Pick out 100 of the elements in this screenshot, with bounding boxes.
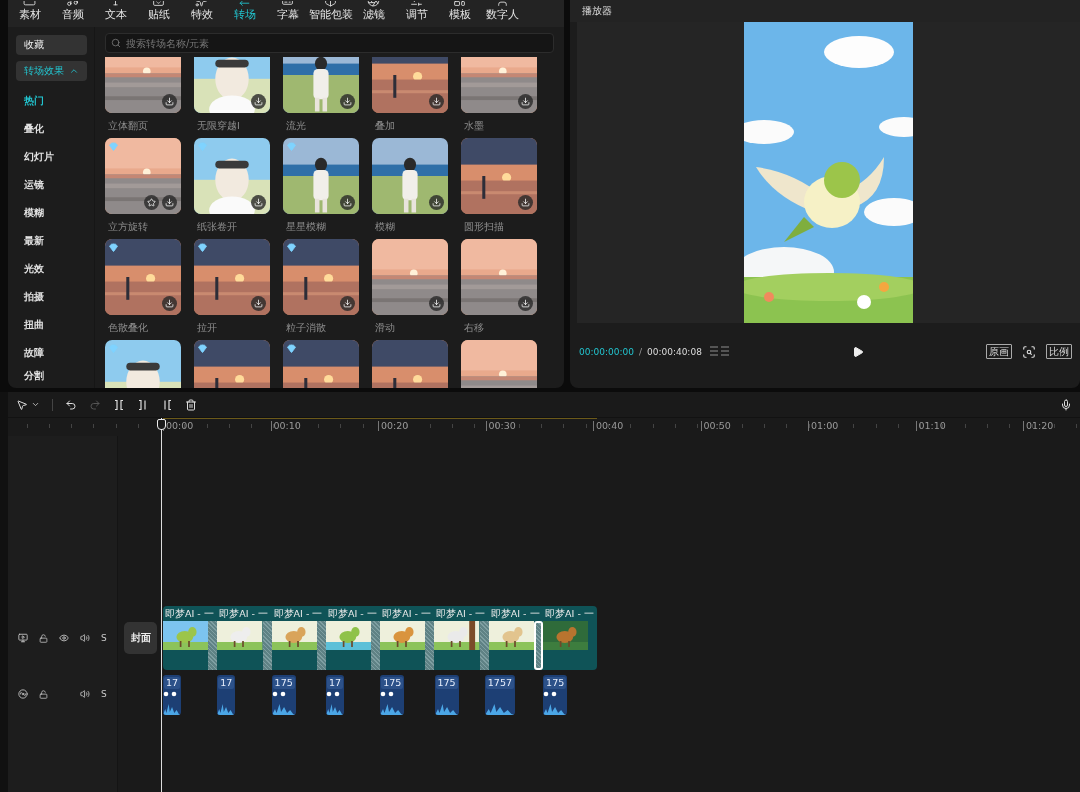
volume-icon[interactable]	[80, 633, 90, 643]
effect-label: 右移	[463, 322, 485, 335]
media-tab[interactable]: 智能包装	[309, 1, 352, 22]
ruler-mark: 01:10	[915, 421, 1023, 431]
media-tab[interactable]: 素材	[8, 1, 51, 22]
original-button[interactable]: 原画	[986, 344, 1012, 359]
media-tab[interactable]: 特效	[180, 1, 223, 22]
person-icon	[496, 1, 509, 7]
media-tab[interactable]: 滤镜	[352, 1, 395, 22]
video-clip-frame[interactable]	[325, 621, 372, 650]
caret-icon[interactable]	[31, 400, 40, 409]
clip-label: 即梦AI - 一	[218, 607, 270, 621]
audio-clip[interactable]: 1757	[484, 675, 515, 715]
clip-label: 即梦AI - 一	[272, 607, 324, 621]
transition-marker[interactable]	[534, 621, 544, 670]
eye-icon[interactable]	[59, 633, 69, 643]
playhead-handle[interactable]	[157, 419, 166, 430]
transition-marker[interactable]	[208, 621, 218, 670]
media-tab[interactable]: 调节	[395, 1, 438, 22]
video-clip-frame[interactable]	[217, 621, 263, 650]
effect-label: 纸张卷开	[196, 221, 238, 234]
clip-label: 即梦AI - 一	[381, 607, 432, 621]
audio-clip[interactable]: 175	[271, 675, 296, 715]
video-clip-frame[interactable]	[488, 621, 535, 650]
media-tab[interactable]: 贴纸	[137, 1, 180, 22]
solo-toggle[interactable]: S	[101, 689, 107, 699]
search-field[interactable]: 搜索转场名称/元素	[105, 33, 554, 53]
current-time: 00:00:00:00	[579, 346, 634, 357]
undo-icon[interactable]	[65, 398, 77, 411]
category-item[interactable]: 最新	[16, 227, 87, 255]
delete-icon[interactable]	[185, 398, 197, 411]
video-clip-frame[interactable]	[434, 621, 480, 650]
play-button[interactable]	[851, 345, 864, 358]
sliders-icon	[410, 1, 423, 7]
video-clip-frame[interactable]	[543, 621, 589, 650]
media-tab[interactable]: 模板	[438, 1, 481, 22]
category-group[interactable]: 转场效果	[16, 61, 87, 81]
video-clip-frame[interactable]	[163, 621, 209, 650]
effect-label: 立体翻页	[107, 120, 149, 133]
media-tab[interactable]: 音频	[51, 1, 94, 22]
effect-label: 圆形扫描	[463, 221, 505, 234]
video-clip-frame[interactable]	[271, 621, 317, 650]
transition-marker[interactable]	[262, 621, 272, 670]
clip-label: 17	[164, 677, 181, 689]
split-left-icon[interactable]	[137, 398, 149, 411]
captions-icon	[281, 1, 294, 7]
transition-marker[interactable]	[316, 621, 326, 670]
category-item[interactable]: 故障	[16, 339, 87, 367]
clip-label: 1757	[485, 677, 514, 689]
folder-icon	[23, 1, 36, 7]
split-icon[interactable]	[113, 398, 125, 411]
sparkles-icon	[195, 1, 208, 7]
ruler-mark: 01:00	[808, 421, 916, 431]
clip-label: 即梦AI - 一	[164, 607, 215, 621]
category-item[interactable]: 幻灯片	[16, 143, 87, 171]
volume-icon[interactable]	[80, 689, 90, 699]
effect-label: 立方旋转	[107, 221, 149, 234]
audio-clip[interactable]: 17	[217, 675, 236, 715]
ratio-button[interactable]: 比例	[1046, 344, 1072, 359]
category-item[interactable]: 拍摄	[16, 283, 87, 311]
total-time: 00:00:40:08	[646, 346, 702, 357]
media-tab[interactable]: 数字人	[481, 1, 524, 22]
microphone-icon[interactable]	[1060, 398, 1072, 411]
ruler-mark: 00:10	[270, 421, 378, 431]
clip-label: 17	[326, 677, 343, 689]
category-item[interactable]: 叠化	[16, 115, 87, 143]
sticker-icon	[152, 1, 165, 7]
audio-clip[interactable]: 17	[163, 675, 182, 715]
audio-clip[interactable]: 17	[325, 675, 344, 715]
audio-clip[interactable]: 175	[543, 675, 568, 715]
category-item[interactable]: 分割	[16, 367, 87, 385]
ruler-mark: 00:30	[485, 421, 593, 431]
chevron-up-icon	[69, 66, 79, 76]
category-item[interactable]: 扭曲	[16, 311, 87, 339]
transition-marker[interactable]	[425, 621, 435, 670]
media-tab[interactable]: 文本	[94, 1, 137, 22]
video-clip-frame[interactable]	[380, 621, 426, 650]
solo-toggle[interactable]: S	[101, 633, 107, 643]
transition-marker[interactable]	[371, 621, 381, 670]
category-item[interactable]: 热门	[16, 87, 87, 115]
audio-clip[interactable]: 175	[434, 675, 459, 715]
unlock-icon[interactable]	[39, 689, 48, 699]
favorites-button[interactable]: 收藏	[16, 35, 87, 55]
media-tab[interactable]: 转场	[223, 1, 266, 22]
waveform-drawing	[271, 701, 296, 715]
waveform-drawing	[484, 701, 515, 715]
cover-button[interactable]: 封面	[124, 622, 157, 654]
zoom-fit-icon[interactable]	[1022, 344, 1036, 359]
media-tab[interactable]: 字幕	[266, 1, 309, 22]
audio-clip[interactable]: 175	[380, 675, 405, 715]
category-item[interactable]: 模糊	[16, 199, 87, 227]
effect-label: 无限穿越Ⅰ	[196, 120, 241, 133]
transition-marker[interactable]	[479, 621, 489, 670]
split-right-icon[interactable]	[161, 398, 173, 411]
unlock-icon[interactable]	[39, 633, 48, 643]
category-item[interactable]: 光效	[16, 255, 87, 283]
category-item[interactable]: 运镜	[16, 171, 87, 199]
search-icon	[111, 38, 121, 48]
clip-label: 即梦AI - 一	[435, 607, 487, 621]
pointer-icon[interactable]	[16, 398, 28, 411]
